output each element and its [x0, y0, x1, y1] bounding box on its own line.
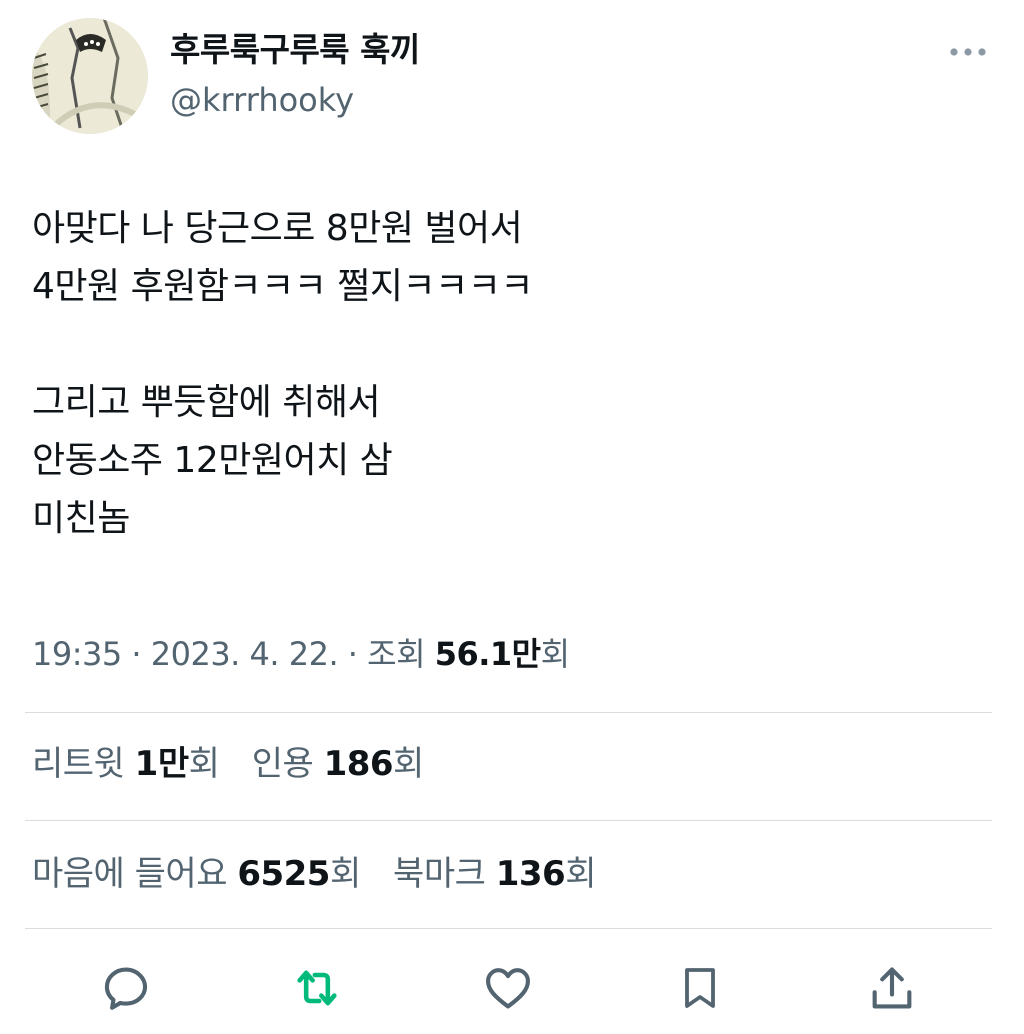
action-bar — [0, 948, 1024, 1028]
tweet-line: 아맞다 나 당근으로 8만원 벌어서 — [32, 208, 523, 249]
quotes-count: 186 — [323, 744, 394, 784]
views-suffix: 회 — [540, 635, 570, 673]
share-icon — [872, 967, 912, 1009]
bookmarks-stat[interactable]: 북마크 136회 — [393, 850, 596, 898]
likes-stat[interactable]: 마음에 들어요 6525회 — [32, 850, 361, 898]
retweets-count: 1만 — [134, 744, 189, 784]
user-handle[interactable]: @krrrhooky — [170, 80, 354, 120]
retweet-icon — [297, 970, 337, 1006]
tweet-line: 미친놈 — [32, 498, 130, 539]
bookmarks-label: 북마크 — [393, 854, 486, 894]
like-button[interactable] — [478, 958, 538, 1018]
meta-separator: · — [131, 635, 142, 673]
bookmarks-suffix: 회 — [565, 854, 596, 894]
stats-row-likes: 마음에 들어요 6525회 북마크 136회 — [32, 850, 618, 898]
profile-avatar-illustration — [32, 18, 148, 134]
tweet-text: 아맞다 나 당근으로 8만원 벌어서 4만원 후원함ㅋㅋㅋ 쩔지ㅋㅋㅋㅋ 그리고… — [32, 200, 992, 548]
quotes-stat[interactable]: 인용 186회 — [251, 740, 425, 788]
tweet-line: 그리고 뿌듯함에 취해서 — [32, 382, 381, 423]
bookmarks-count: 136 — [495, 854, 566, 894]
tweet-line: 안동소주 12만원어치 삼 — [32, 440, 393, 481]
more-icon — [950, 48, 986, 56]
retweets-label: 리트윗 — [32, 744, 125, 784]
reply-icon — [104, 967, 148, 1010]
share-button[interactable] — [862, 958, 922, 1018]
retweets-suffix: 회 — [188, 744, 220, 784]
avatar[interactable] — [32, 18, 148, 134]
quotes-suffix: 회 — [393, 744, 424, 784]
likes-count: 6525 — [237, 854, 330, 894]
tweet-meta: 19:35 · 2023. 4. 22. · 조회 56.1만회 — [32, 630, 570, 678]
divider — [25, 712, 992, 713]
retweets-stat[interactable]: 리트윗 1만회 — [32, 740, 220, 788]
stats-row-retweets: 리트윗 1만회 인용 186회 — [32, 740, 446, 788]
likes-suffix: 회 — [329, 854, 361, 894]
divider — [25, 928, 992, 929]
divider — [25, 820, 992, 821]
bookmark-icon — [685, 968, 715, 1008]
more-options-button[interactable] — [942, 30, 994, 74]
quotes-label: 인용 — [251, 744, 314, 784]
meta-separator: · — [347, 635, 358, 673]
tweet-time[interactable]: 19:35 — [32, 635, 122, 673]
tweet-date[interactable]: 2023. 4. 22. — [151, 635, 339, 673]
views-count: 56.1만 — [434, 635, 541, 673]
likes-label: 마음에 들어요 — [32, 854, 228, 894]
bookmark-button[interactable] — [670, 958, 730, 1018]
display-name[interactable]: 후루룩구루룩 훅끼 — [170, 28, 420, 72]
like-icon — [486, 968, 530, 1009]
views-label: 조회 — [367, 635, 426, 673]
reply-button[interactable] — [96, 958, 156, 1018]
retweet-button[interactable] — [287, 958, 347, 1018]
tweet-line: 4만원 후원함ㅋㅋㅋ 쩔지ㅋㅋㅋㅋ — [32, 266, 533, 307]
